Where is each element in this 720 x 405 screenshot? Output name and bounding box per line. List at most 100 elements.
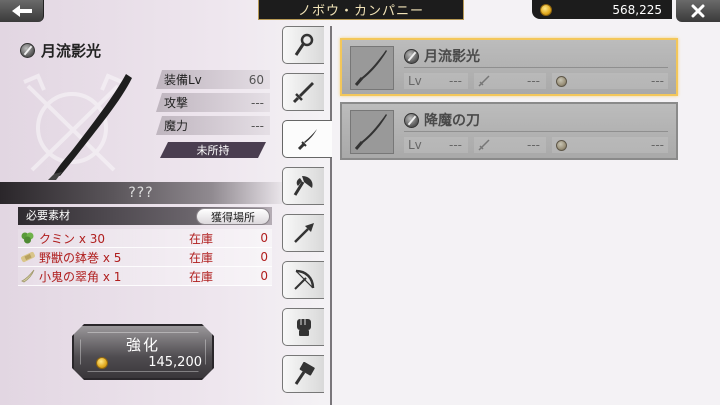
attack-cell: --- [474,73,546,89]
item-name: 月流影光 [41,42,102,60]
bow-icon [293,269,314,290]
arrow-left-icon [11,5,32,17]
spear-icon [293,223,314,243]
tab-axe[interactable] [282,167,324,205]
tab-spear[interactable] [282,214,324,252]
close-icon [691,4,705,18]
weapon-card-title: 降魔の刀 [404,110,480,130]
level-cell: Lv --- [404,73,468,89]
stat-row-attack: 攻撃 --- [156,93,270,112]
katana-icon [297,129,317,151]
divider [404,67,668,68]
coin-icon [96,357,108,369]
weapon-type-icon [404,48,419,64]
attack-value: --- [527,138,540,152]
magic-orb-icon [556,139,567,151]
stat-value: --- [251,95,264,110]
level-label: Lv [408,74,422,88]
divider [404,131,668,132]
weapon-art-icon [23,73,132,180]
material-stock-label: 在庫 [189,231,214,246]
fist-icon [296,319,311,336]
weapon-card-title: 月流影光 [404,46,480,66]
material-stock-count: 0 [260,250,268,264]
attack-value: --- [527,74,540,88]
level-cell: Lv --- [404,137,468,153]
bandage-icon [21,251,35,263]
material-stock-label: 在庫 [189,269,214,284]
ownership-badge: 未所持 [160,142,266,158]
magic-value: --- [651,74,664,88]
sword-icon [478,75,490,87]
top-bar: ノボウ・カンパニー 568,225 [0,0,720,22]
material-row[interactable]: クミン x 30 在庫 0 [18,229,272,248]
level-value: --- [449,138,462,152]
stat-row-level: 装備Lv 60 [156,70,270,89]
tab-hammer[interactable] [282,355,324,393]
material-stock-count: 0 [260,269,268,283]
acquire-location-button[interactable]: 獲得場所 [196,208,270,225]
stat-list: 装備Lv 60 攻撃 --- 魔力 --- [156,70,270,139]
materials-list: クミン x 30 在庫 0 野獣の鉢巻 x 5 在庫 0 小鬼の翠角 x 1 在… [18,229,272,286]
page-title: ノボウ・カンパニー [258,0,464,20]
tab-divider [330,26,332,405]
magic-cell: --- [552,73,668,89]
leaf-icon [21,232,34,244]
magic-value: --- [651,138,664,152]
material-stock-label: 在庫 [189,250,214,265]
axe-icon [293,176,313,196]
enhance-cost-value: 145,200 [148,355,202,370]
enhance-cost: 145,200 [96,355,202,370]
unknown-skill-band: ??? [0,182,282,204]
weapon-type-icon [404,112,419,128]
level-label: Lv [408,138,422,152]
tab-bow[interactable] [282,261,324,299]
weapon-card[interactable]: 降魔の刀 Lv --- --- --- [340,102,678,160]
material-name: クミン x 30 [39,231,106,246]
tab-fist[interactable] [282,308,324,346]
money-display: 568,225 [532,0,672,19]
stat-value: 60 [248,72,264,87]
weapon-card[interactable]: 月流影光 Lv --- --- --- [340,38,678,96]
weapon-thumbnail [350,46,394,90]
weapon-card-name: 降魔の刀 [424,113,480,129]
material-row[interactable]: 野獣の鉢巻 x 5 在庫 0 [18,248,272,267]
sword-icon [478,139,490,151]
stat-label: 攻撃 [164,96,189,110]
stat-label: 装備Lv [164,73,202,87]
tab-sword[interactable] [282,73,324,111]
money-value: 568,225 [612,2,662,17]
magic-orb-icon [556,75,567,87]
weapon-card-stats: Lv --- --- --- [404,137,668,153]
material-name: 小鬼の翠角 x 1 [39,269,122,284]
weapon-list: 月流影光 Lv --- --- --- 降魔の刀 Lv --- --- --- [340,38,678,166]
tab-staff[interactable] [282,26,324,64]
weapon-category-tabs [282,26,332,402]
material-name: 野獣の鉢巻 x 5 [39,250,122,265]
staff-icon [294,33,313,56]
item-title: 月流影光 [20,40,101,61]
back-button[interactable] [0,0,44,22]
attack-cell: --- [474,137,546,153]
weapon-card-name: 月流影光 [424,49,480,65]
close-button[interactable] [676,0,720,22]
material-row[interactable]: 小鬼の翠角 x 1 在庫 0 [18,267,272,286]
weapon-card-stats: Lv --- --- --- [404,73,668,89]
coin-icon [540,3,552,16]
horn-icon [21,269,35,283]
hammer-icon [294,362,315,385]
weapon-type-icon [20,43,35,58]
material-stock-count: 0 [260,231,268,245]
weapon-thumbnail [350,110,394,154]
katana-icon [354,50,387,86]
tab-katana[interactable] [282,120,332,158]
enhance-label: 強化 [125,336,160,354]
katana-icon [354,114,387,150]
sword-icon [292,82,314,104]
stat-label: 魔力 [164,119,189,133]
stat-row-magic: 魔力 --- [156,116,270,135]
level-value: --- [449,74,462,88]
magic-cell: --- [552,137,668,153]
stat-value: --- [251,118,264,133]
enhance-button[interactable]: 強化 145,200 [72,324,214,380]
